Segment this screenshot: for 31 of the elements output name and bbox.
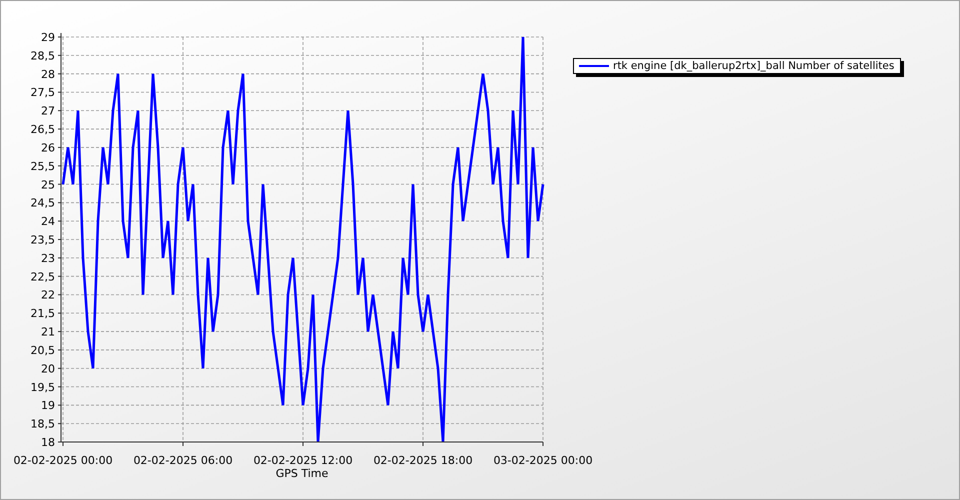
x-tick-label: 02-02-2025 06:00: [133, 454, 233, 467]
y-tick-label: 27,5: [30, 86, 55, 100]
y-tick-label: 26,5: [30, 123, 55, 136]
y-tick-label: 19,5: [30, 380, 55, 394]
y-tick-label: 23: [41, 252, 55, 265]
x-tick-label: 02-02-2025 00:00: [13, 454, 113, 467]
x-tick-label: 03-02-2025 00:00: [493, 454, 593, 467]
legend-line-icon: [579, 65, 609, 67]
y-tick-label: 26: [41, 141, 55, 154]
y-tick-label: 21: [41, 326, 55, 339]
y-tick-label: 28: [41, 68, 55, 81]
y-tick-label: 29: [41, 31, 55, 44]
y-tick-label: 24: [41, 215, 55, 228]
y-tick-label: 20: [41, 362, 55, 376]
axis-title: GPS Time: [276, 467, 328, 480]
x-tick-label: 02-02-2025 18:00: [373, 454, 473, 467]
y-tick-label: 18,5: [30, 418, 55, 431]
legend-label: rtk engine [dk_ballerup2rtx]_ball Number of satellites: [613, 60, 894, 72]
y-tick-label: 18: [41, 436, 55, 449]
y-tick-label: 20,5: [30, 344, 55, 357]
y-tick-label: 22,5: [30, 270, 55, 284]
y-tick-label: 19: [41, 399, 55, 412]
y-tick-label: 22: [41, 288, 55, 302]
y-tick-label: 21,5: [30, 307, 55, 320]
y-tick-label: 28,5: [30, 49, 55, 62]
y-tick-label: 24,5: [30, 196, 55, 210]
y-tick-label: 23,5: [30, 234, 55, 246]
y-tick-label: 27: [41, 104, 55, 118]
y-tick-label: 25: [41, 178, 55, 192]
x-tick-label: 02-02-2025 12:00: [253, 454, 353, 467]
y-tick-label: 25,5: [30, 160, 55, 173]
